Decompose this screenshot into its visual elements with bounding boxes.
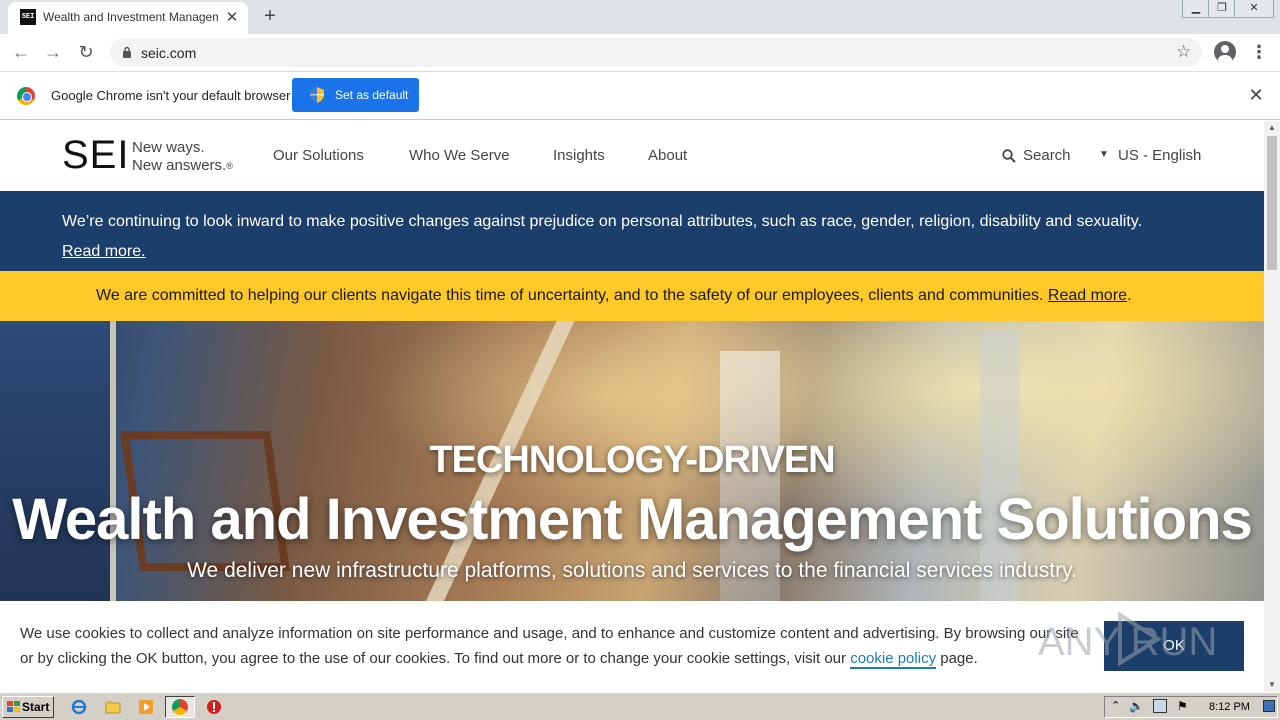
forward-icon[interactable]: →	[40, 39, 66, 65]
sei-logo[interactable]: SEI	[62, 133, 129, 178]
cookie-policy-link[interactable]: cookie policy	[850, 650, 937, 669]
diversity-read-more-link[interactable]: Read more.	[62, 237, 1212, 267]
tray-expand-icon[interactable]: ⌃	[1111, 699, 1120, 712]
file-explorer-icon[interactable]	[105, 699, 121, 715]
show-desktop-icon[interactable]	[1263, 700, 1275, 712]
stop-sign-icon[interactable]	[206, 699, 222, 715]
tagline-line-1: New ways.	[132, 139, 205, 156]
nav-insights[interactable]: Insights	[553, 147, 605, 164]
locale-selector[interactable]: US - English	[1118, 147, 1201, 164]
default-browser-infobar: Google Chrome isn't your default browser…	[0, 72, 1280, 120]
hero-title: Wealth and Investment Management Solutio…	[12, 487, 1253, 552]
caret-down-icon[interactable]: ▼	[1099, 149, 1109, 160]
diversity-announcement-text: We’re continuing to look inward to make …	[62, 207, 1212, 267]
covid-announcement-bar: We are committed to helping our clients …	[0, 271, 1264, 321]
diversity-message: We’re continuing to look inward to make …	[62, 213, 1143, 230]
windows-taskbar: Start ⌃ 🔈 ⚑ 8:12 PM	[0, 692, 1280, 720]
page-scrollbar[interactable]: ▲ ▼	[1264, 121, 1280, 692]
address-bar[interactable]: seic.com ☆	[110, 38, 1202, 67]
covid-read-more-link[interactable]: Read more	[1048, 287, 1127, 304]
media-player-icon[interactable]	[138, 699, 154, 715]
action-center-flag-icon[interactable]: ⚑	[1177, 699, 1188, 713]
tab-strip: SEI Wealth and Investment Management ✕ +…	[0, 0, 1280, 34]
new-tab-button[interactable]: +	[258, 5, 282, 29]
close-window-button[interactable]: ✕	[1234, 0, 1274, 18]
browser-tab[interactable]: SEI Wealth and Investment Management ✕	[8, 2, 248, 34]
infobar-message: Google Chrome isn't your default browser	[51, 88, 291, 103]
browser-toolbar: ← → ↻ seic.com ☆ ⋮	[0, 34, 1280, 72]
registered-mark: ®	[226, 161, 233, 171]
cookie-message-end: page.	[940, 650, 978, 667]
nav-our-solutions[interactable]: Our Solutions	[273, 147, 364, 164]
minimize-button[interactable]: ▁	[1182, 0, 1210, 18]
scroll-thumb[interactable]	[1267, 136, 1277, 270]
search-link[interactable]: Search	[1023, 147, 1071, 164]
diversity-announcement-bar: We’re continuing to look inward to make …	[0, 191, 1264, 271]
reload-icon[interactable]: ↻	[73, 39, 99, 65]
site-header: SEI New ways. New answers.® Our Solution…	[0, 121, 1264, 191]
logo-tagline: New ways. New answers.®	[132, 139, 233, 175]
bookmark-star-icon[interactable]: ☆	[1176, 42, 1191, 62]
scroll-down-arrow-icon[interactable]: ▼	[1264, 678, 1280, 692]
back-icon[interactable]: ←	[8, 39, 34, 65]
chrome-logo-icon	[17, 87, 35, 105]
tagline-line-2: New answers.®	[132, 157, 233, 175]
tab-title: Wealth and Investment Management	[43, 10, 218, 24]
set-as-default-label: Set as default	[335, 88, 409, 102]
nav-about[interactable]: About	[648, 147, 687, 164]
covid-period: .	[1127, 287, 1132, 304]
internet-explorer-icon[interactable]	[71, 699, 87, 715]
taskbar-chrome-icon	[172, 699, 188, 715]
hero-subtitle: We deliver new infrastructure platforms,…	[187, 559, 1077, 582]
nav-who-we-serve[interactable]: Who We Serve	[409, 147, 510, 164]
start-button[interactable]: Start	[2, 696, 54, 718]
tagline-line-2-text: New answers.	[132, 157, 227, 174]
url-text: seic.com	[141, 45, 197, 61]
covid-message: We are committed to helping our clients …	[96, 287, 1044, 304]
lock-icon	[123, 46, 131, 58]
tab-close-icon[interactable]: ✕	[222, 8, 242, 28]
system-tray: ⌃ 🔈 ⚑ 8:12 PM	[1104, 696, 1278, 718]
anyrun-watermark: ANY RUN	[1038, 611, 1217, 667]
page-viewport: SEI New ways. New answers.® Our Solution…	[0, 121, 1264, 692]
set-as-default-button[interactable]: Set as default	[292, 78, 419, 112]
hero-eyebrow: TECHNOLOGY-DRIVEN	[429, 439, 835, 481]
tab-favicon-icon: SEI	[20, 9, 36, 25]
start-label: Start	[22, 700, 50, 714]
scroll-up-arrow-icon[interactable]: ▲	[1264, 121, 1280, 135]
covid-announcement-text: We are committed to helping our clients …	[96, 287, 1132, 305]
windows-flag-icon	[7, 701, 20, 712]
network-icon[interactable]	[1153, 699, 1167, 713]
search-icon[interactable]	[1002, 149, 1016, 163]
profile-avatar-icon[interactable]	[1214, 41, 1236, 63]
infobar-close-icon[interactable]: ✕	[1246, 85, 1266, 106]
restore-button[interactable]: ❐	[1208, 0, 1236, 18]
uac-shield-icon	[310, 87, 324, 103]
taskbar-clock[interactable]: 8:12 PM	[1209, 701, 1250, 713]
cookie-notice-text: We use cookies to collect and analyze in…	[20, 621, 1080, 671]
chrome-menu-icon[interactable]: ⋮	[1250, 40, 1268, 64]
taskbar-chrome-button[interactable]	[165, 696, 195, 718]
volume-icon[interactable]: 🔈	[1129, 699, 1144, 713]
